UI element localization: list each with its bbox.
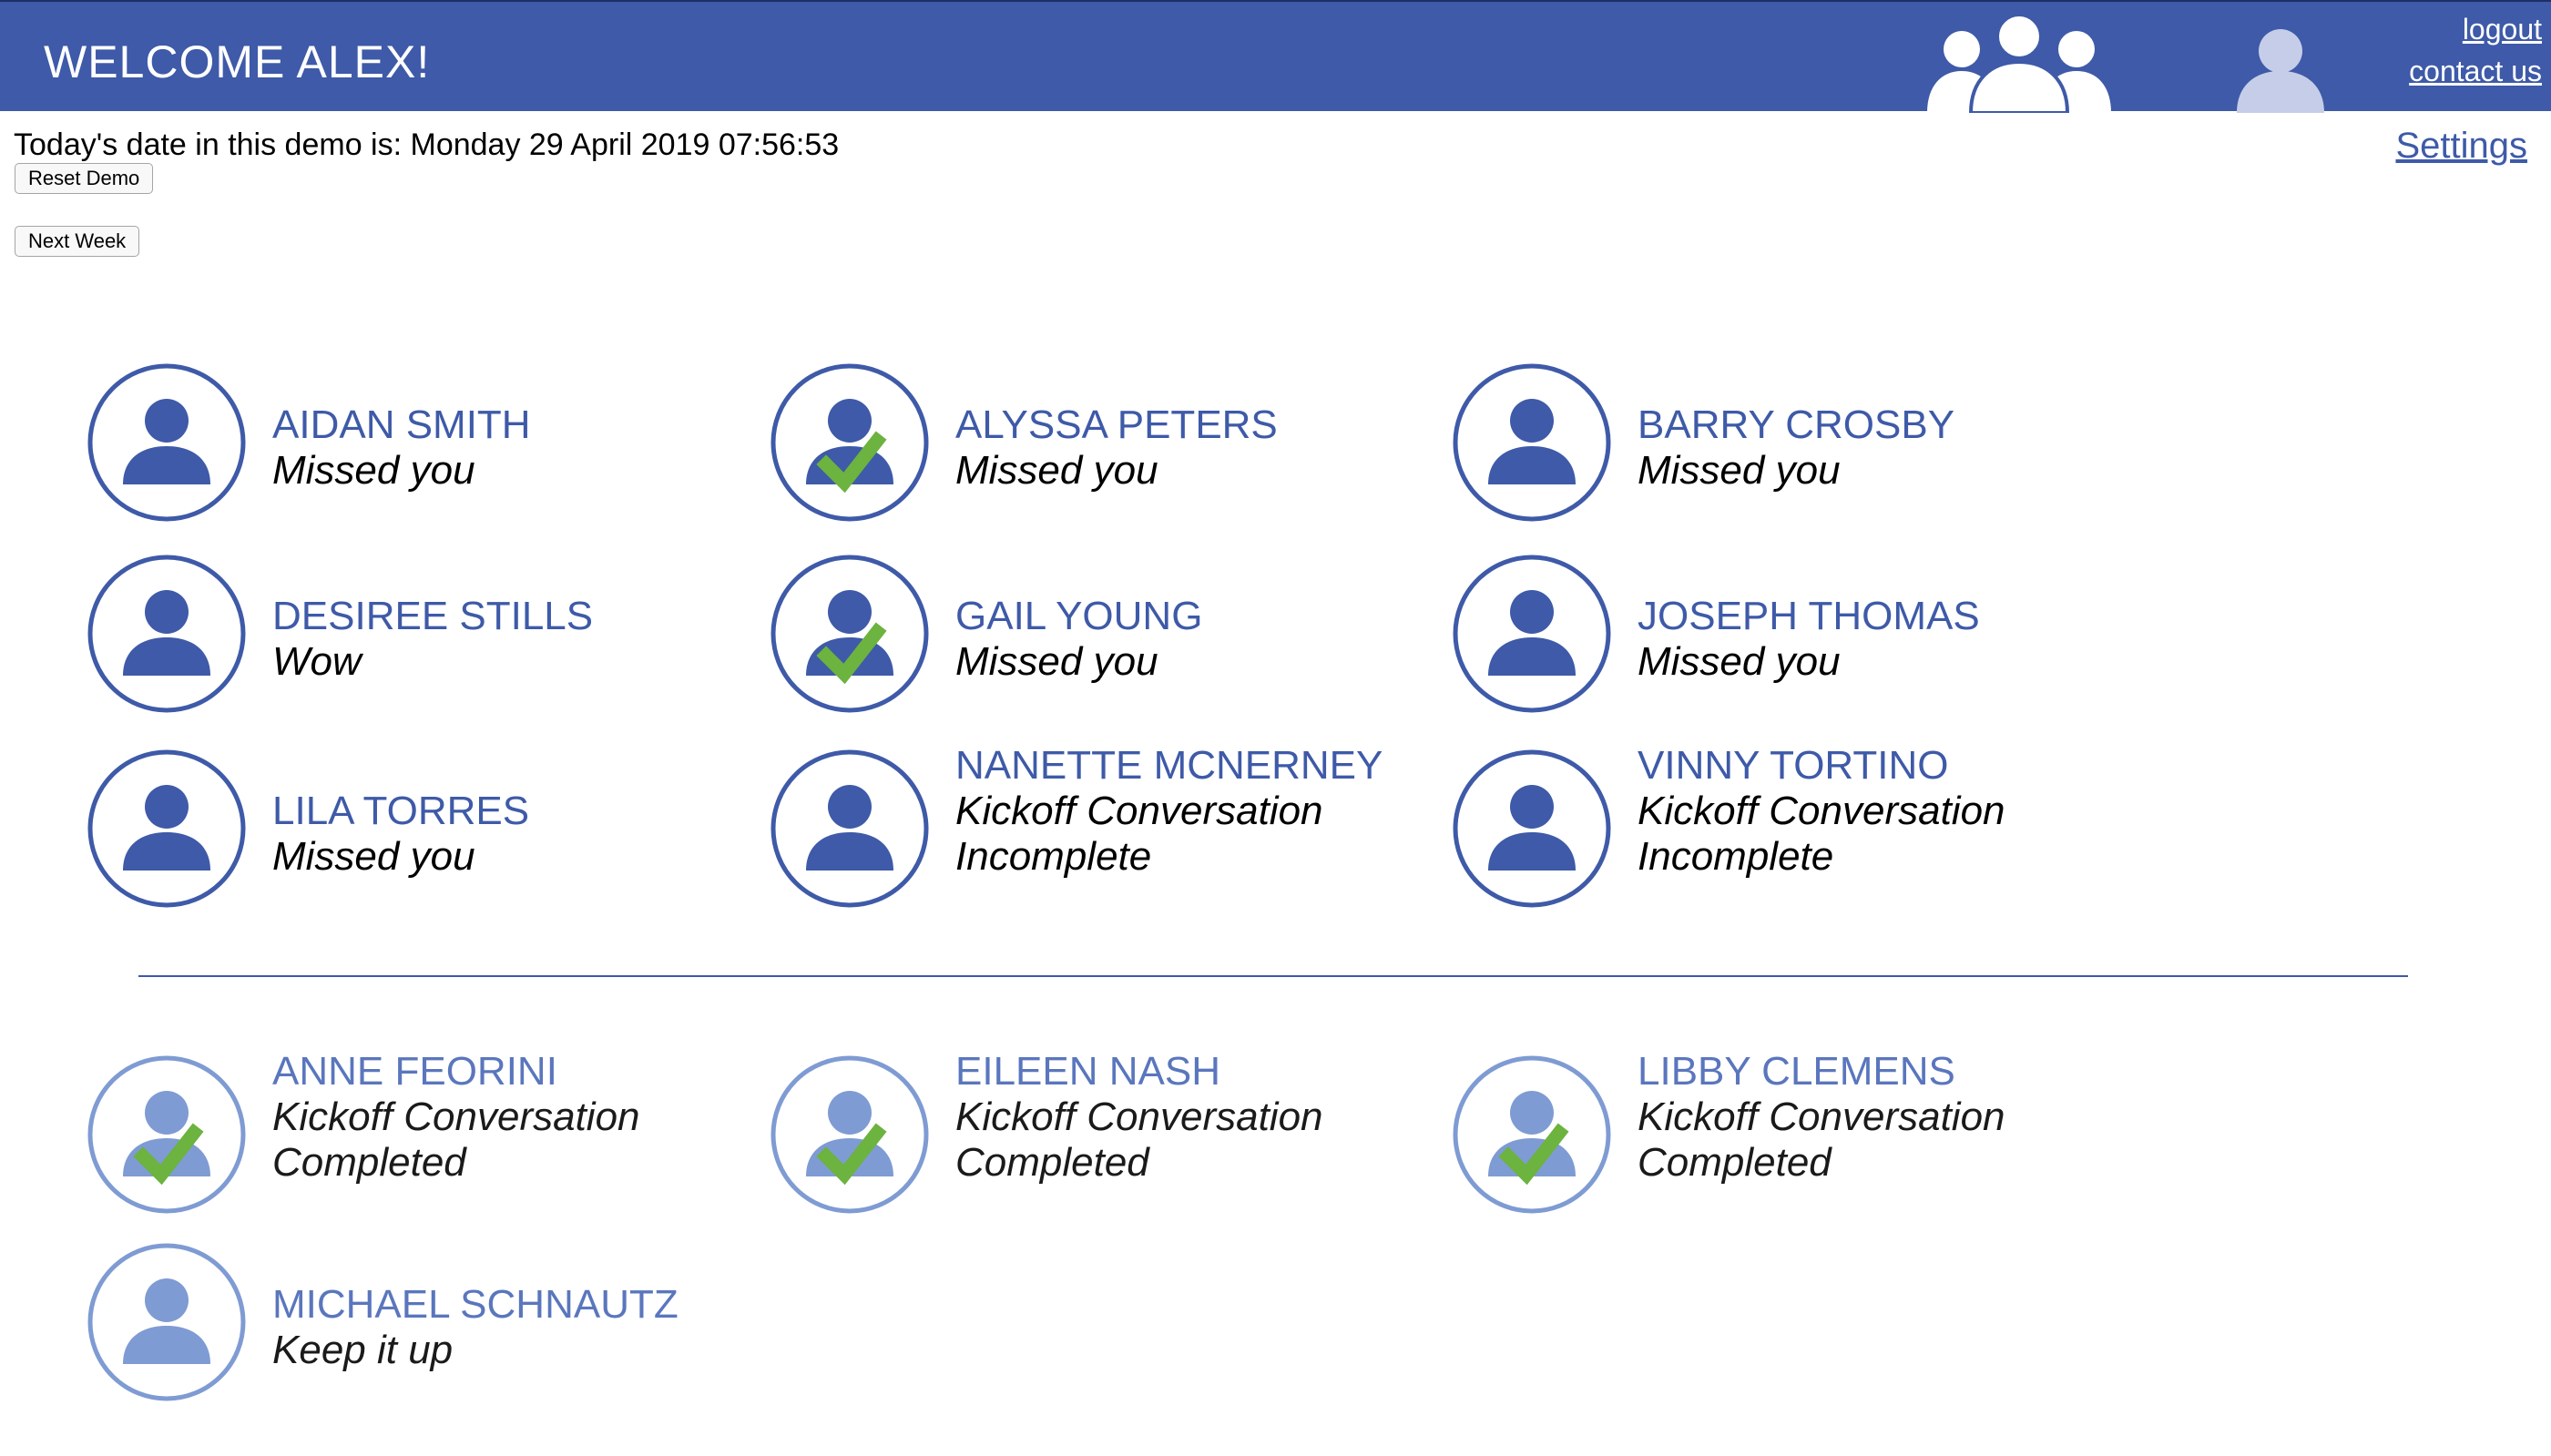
person-avatar-icon[interactable]: [87, 1242, 247, 1402]
welcome-title: WELCOME ALEX!: [44, 36, 431, 87]
person-status: Incomplete: [955, 834, 1152, 879]
person-status: Kickoff Conversation: [955, 1095, 1323, 1139]
person-status: Missed you: [955, 448, 1158, 493]
settings-link[interactable]: Settings: [2395, 124, 2527, 168]
person-card[interactable]: NANETTE MCNERNEY Kickoff Conversation Inco…: [770, 743, 1407, 912]
demo-date-text: Today's date in this demo is: Monday 29 …: [14, 127, 840, 162]
person-name[interactable]: GAIL YOUNG: [955, 594, 1202, 639]
person-card[interactable]: AIDAN SMITH Missed you: [87, 362, 724, 526]
contact-us-link[interactable]: contact us: [2409, 53, 2542, 89]
group-people-icon[interactable]: [1927, 16, 2111, 113]
person-name[interactable]: BARRY CROSBY: [1638, 402, 1954, 448]
person-card[interactable]: BARRY CROSBY Missed you: [1452, 362, 2089, 526]
person-status: Kickoff Conversation: [1638, 1095, 2005, 1139]
person-name[interactable]: DESIREE STILLS: [272, 594, 593, 639]
person-name[interactable]: LILA TORRES: [272, 789, 529, 834]
person-card[interactable]: JOSEPH THOMAS Missed you: [1452, 554, 2089, 718]
top-header: WELCOME ALEX! logout contact us: [0, 0, 2551, 113]
person-status: Kickoff Conversation: [955, 789, 1323, 833]
person-avatar-icon[interactable]: [1452, 554, 1612, 714]
person-name[interactable]: ALYSSA PETERS: [955, 402, 1278, 448]
person-name[interactable]: MICHAEL SCHNAUTZ: [272, 1282, 679, 1328]
person-avatar-icon[interactable]: [1452, 362, 1612, 523]
person-status: Keep it up: [272, 1328, 454, 1372]
person-avatar-icon[interactable]: [87, 362, 247, 523]
person-status: Missed you: [272, 448, 475, 493]
person-avatar-icon[interactable]: [770, 1054, 930, 1215]
person-avatar-icon[interactable]: [770, 554, 930, 714]
section-divider: [138, 975, 2408, 977]
person-status: Kickoff Conversation: [1638, 789, 2005, 833]
person-name[interactable]: AIDAN SMITH: [272, 402, 531, 448]
user-profile-icon[interactable]: [2235, 27, 2326, 113]
person-status: Wow: [272, 639, 362, 684]
person-status: Completed: [1638, 1140, 1832, 1185]
person-card[interactable]: DESIREE STILLS Wow: [87, 554, 724, 718]
person-status: Kickoff Conversation: [272, 1095, 640, 1139]
person-avatar-icon[interactable]: [770, 362, 930, 523]
person-card[interactable]: EILEEN NASH Kickoff Conversation Completed: [770, 1049, 1407, 1218]
person-status: Missed you: [1638, 639, 1841, 684]
person-card[interactable]: LIBBY CLEMENS Kickoff Conversation Complet…: [1452, 1049, 2089, 1218]
person-name[interactable]: VINNY TORTINO: [1638, 743, 1949, 789]
person-avatar-icon[interactable]: [87, 554, 247, 714]
person-card[interactable]: LILA TORRES Missed you: [87, 748, 724, 912]
person-name[interactable]: EILEEN NASH: [955, 1049, 1220, 1095]
person-card[interactable]: VINNY TORTINO Kickoff Conversation Incompl…: [1452, 743, 2089, 912]
person-avatar-icon[interactable]: [87, 1054, 247, 1215]
person-card[interactable]: MICHAEL SCHNAUTZ Keep it up: [87, 1242, 724, 1406]
person-name[interactable]: LIBBY CLEMENS: [1638, 1049, 1955, 1095]
person-card[interactable]: GAIL YOUNG Missed you: [770, 554, 1407, 718]
person-status: Missed you: [955, 639, 1158, 684]
person-name[interactable]: ANNE FEORINI: [272, 1049, 557, 1095]
person-avatar-icon[interactable]: [87, 748, 247, 909]
person-avatar-icon[interactable]: [1452, 1054, 1612, 1215]
person-name[interactable]: JOSEPH THOMAS: [1638, 594, 1980, 639]
next-week-button[interactable]: Next Week: [15, 226, 140, 257]
reset-demo-button[interactable]: Reset Demo: [15, 163, 154, 194]
person-avatar-icon[interactable]: [1452, 748, 1612, 909]
app-root: WELCOME ALEX! logout contact us Today's …: [0, 0, 2551, 1456]
person-card[interactable]: ANNE FEORINI Kickoff Conversation Complete…: [87, 1049, 724, 1218]
person-status: Completed: [955, 1140, 1149, 1185]
person-status: Missed you: [272, 834, 475, 879]
person-avatar-icon[interactable]: [770, 748, 930, 909]
person-name[interactable]: NANETTE MCNERNEY: [955, 743, 1383, 789]
person-status: Completed: [272, 1140, 466, 1185]
person-status: Incomplete: [1638, 834, 1834, 879]
person-status: Missed you: [1638, 448, 1841, 493]
person-card[interactable]: ALYSSA PETERS Missed you: [770, 362, 1407, 526]
logout-link[interactable]: logout: [2463, 11, 2542, 47]
